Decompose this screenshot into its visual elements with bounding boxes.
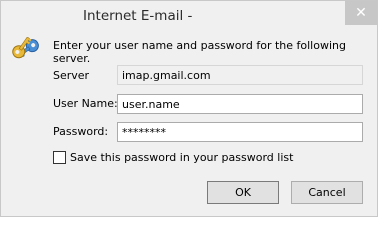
- server-field: [117, 65, 363, 85]
- password-field[interactable]: [117, 122, 363, 142]
- username-field[interactable]: [117, 94, 363, 114]
- prompt-text: Enter your user name and password for th…: [53, 39, 346, 65]
- save-password-checkbox[interactable]: [53, 151, 66, 164]
- server-label: Server: [53, 69, 90, 82]
- login-dialog: Internet E-mail - ✕ Enter your user name…: [0, 0, 378, 217]
- window-title: Internet E-mail -: [83, 8, 193, 24]
- title-bar[interactable]: Internet E-mail - ✕: [1, 1, 377, 32]
- cancel-button[interactable]: Cancel: [291, 181, 363, 204]
- ok-button[interactable]: OK: [207, 181, 279, 204]
- password-label: Password:: [53, 125, 109, 138]
- close-button[interactable]: ✕: [345, 1, 377, 25]
- keys-icon: [12, 37, 39, 59]
- username-label: User Name:: [53, 97, 118, 110]
- close-icon: ✕: [355, 5, 367, 21]
- save-password-label[interactable]: Save this password in your password list: [70, 151, 293, 164]
